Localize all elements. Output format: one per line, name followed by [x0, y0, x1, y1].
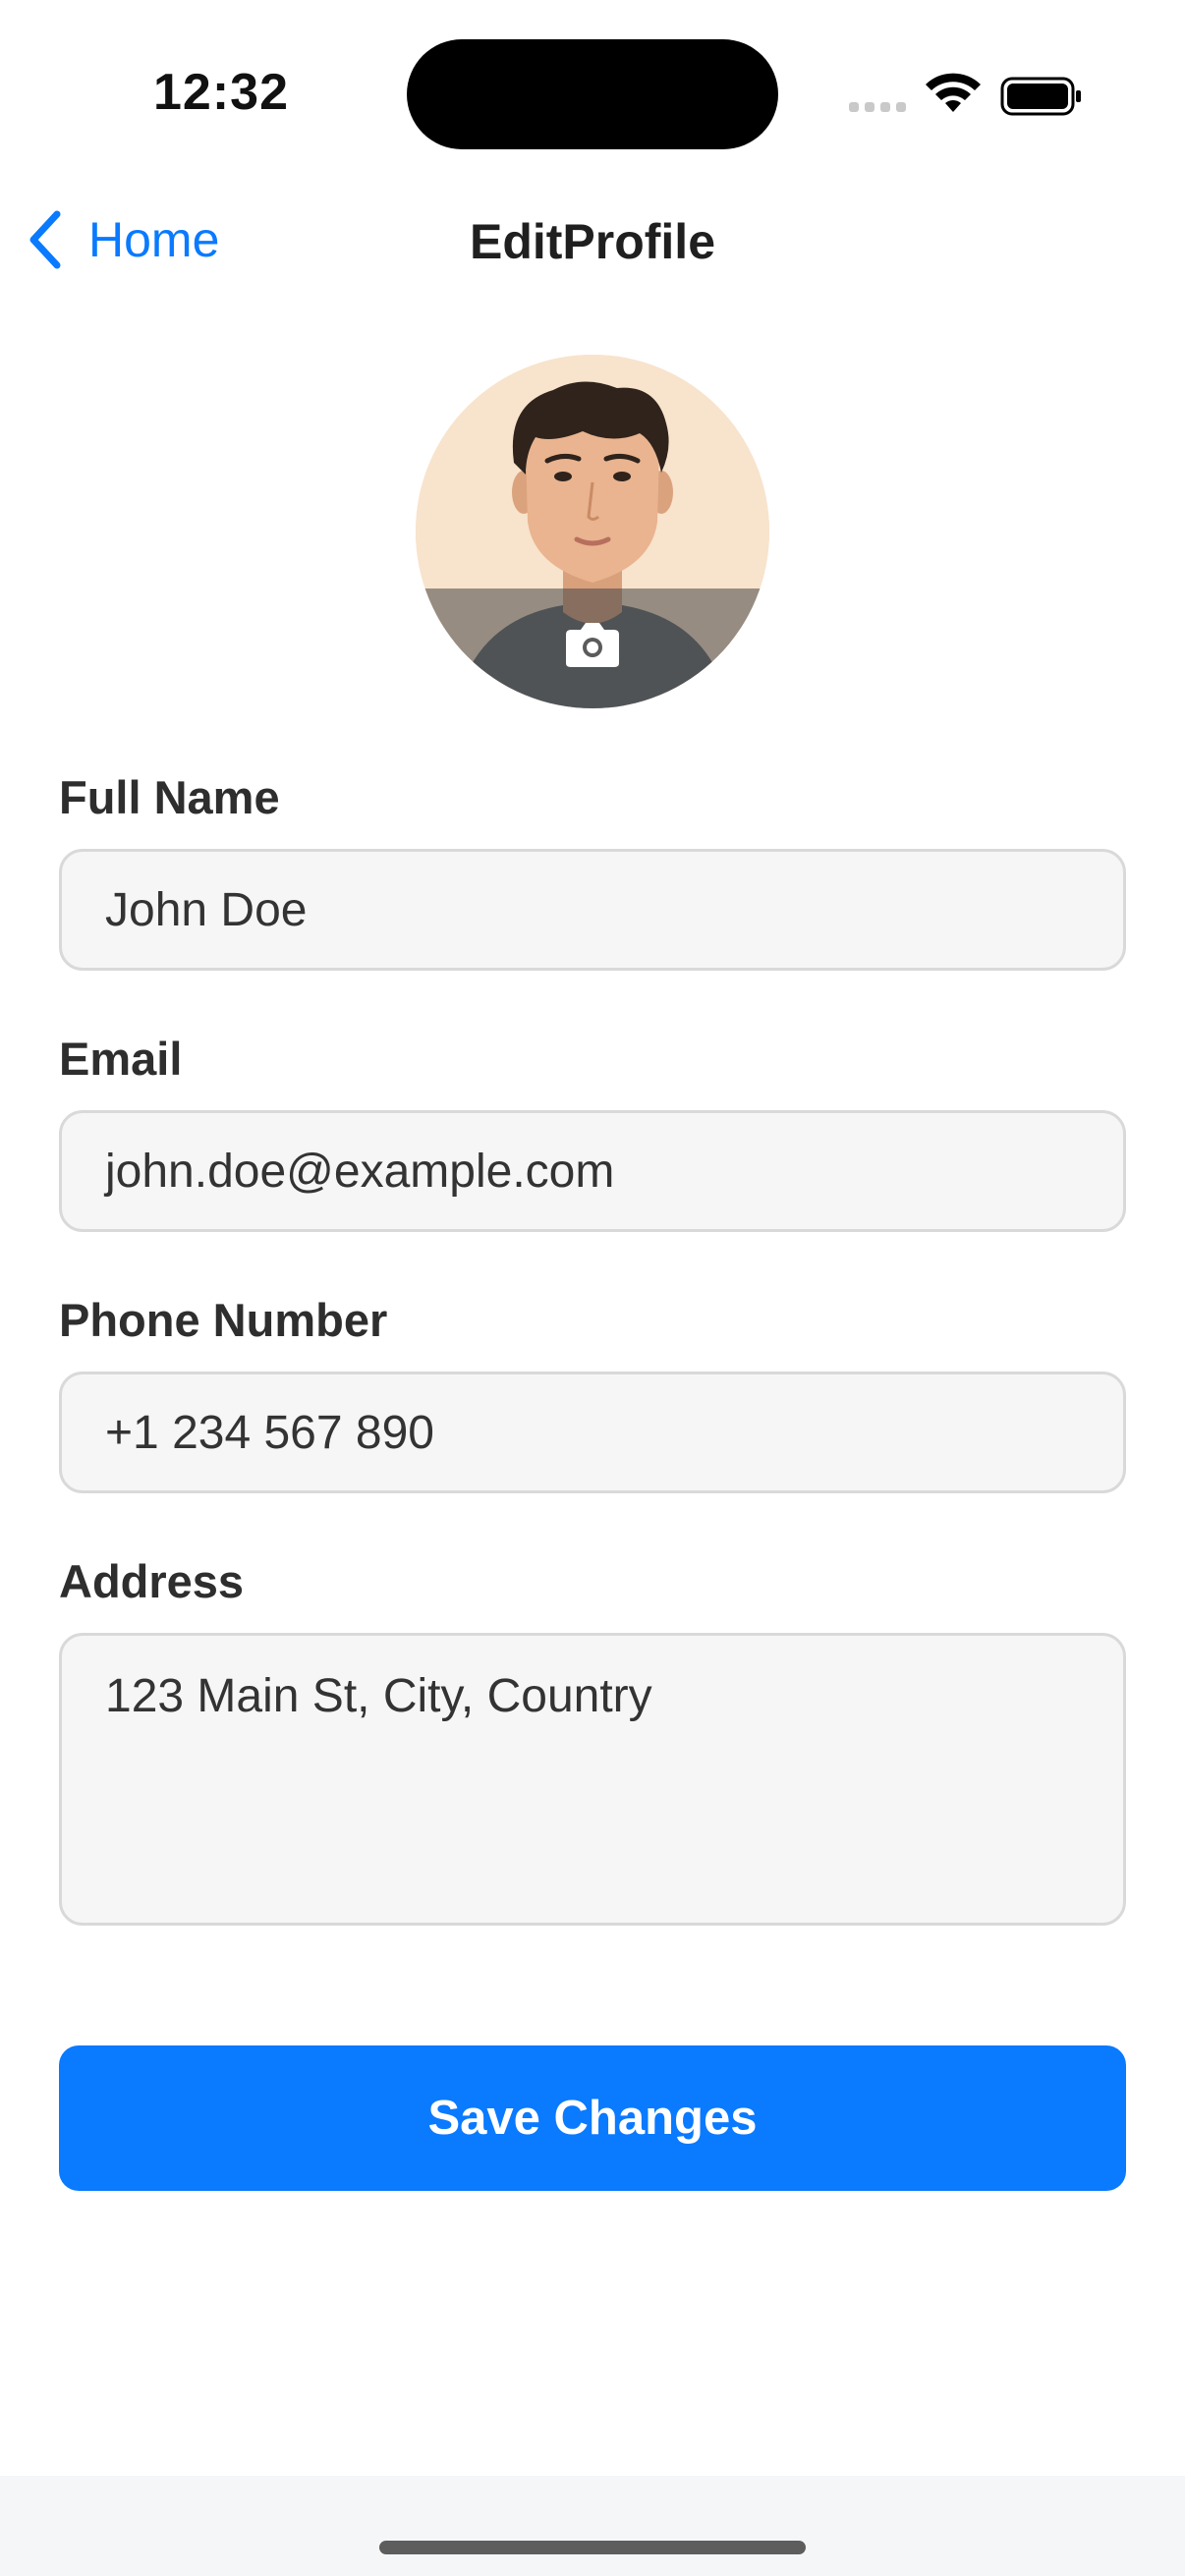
battery-icon	[1000, 77, 1081, 116]
full-name-input[interactable]: John Doe	[59, 849, 1126, 971]
wifi-icon	[926, 73, 981, 112]
camera-overlay[interactable]	[416, 588, 769, 708]
page-title: EditProfile	[469, 214, 716, 269]
phone-number-label: Phone Number	[59, 1294, 388, 1346]
save-changes-button[interactable]: Save Changes	[59, 2045, 1126, 2191]
email-label: Email	[59, 1033, 183, 1085]
home-indicator-area	[0, 2476, 1185, 2576]
email-input[interactable]: john.doe@example.com	[59, 1110, 1126, 1232]
dynamic-island	[407, 39, 778, 149]
edit-profile-screen: 12:32 Home EditProfile Full Name John Do…	[0, 0, 1185, 2576]
status-bar: 12:32	[0, 0, 1185, 187]
navigation-bar: Home EditProfile	[0, 187, 1185, 295]
camera-icon	[566, 623, 619, 667]
address-label: Address	[59, 1555, 245, 1607]
status-time: 12:32	[153, 64, 289, 121]
profile-avatar[interactable]	[416, 355, 769, 708]
phone-number-input[interactable]: +1 234 567 890	[59, 1372, 1126, 1493]
address-textarea[interactable]: 123 Main St, City, Country	[59, 1633, 1126, 1926]
home-indicator[interactable]	[379, 2541, 806, 2554]
cellular-signal-icon	[849, 102, 908, 116]
full-name-label: Full Name	[59, 771, 280, 823]
